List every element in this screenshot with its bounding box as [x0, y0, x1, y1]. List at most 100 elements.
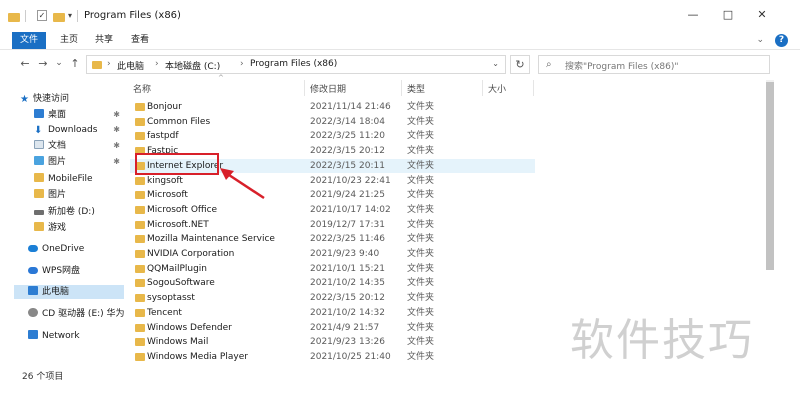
- file-row[interactable]: Microsoft 2021/9/24 21:25 文件夹: [130, 188, 535, 202]
- customize-toolbar-caret-icon[interactable]: ▾: [68, 11, 72, 23]
- file-name: Common Files: [147, 116, 211, 127]
- file-type: 文件夹: [407, 190, 435, 201]
- column-header-name[interactable]: 名称: [133, 82, 151, 95]
- nav-wps-cloud[interactable]: WPS网盘: [28, 264, 138, 278]
- file-type: 文件夹: [407, 337, 435, 348]
- breadcrumb-current-folder[interactable]: Program Files (x86): [250, 59, 337, 69]
- folder-icon: [135, 323, 145, 332]
- file-row[interactable]: Microsoft.NET 2019/12/7 17:31 文件夹: [130, 218, 535, 232]
- folder-icon: [135, 352, 145, 361]
- file-row[interactable]: fastpdf 2022/3/25 11:20 文件夹: [130, 129, 535, 143]
- folder-icon: [135, 264, 145, 273]
- folder-icon: [92, 61, 102, 69]
- tab-home[interactable]: 主页: [52, 33, 86, 48]
- file-date: 2021/10/1 15:21: [310, 263, 385, 274]
- file-date: 2022/3/14 18:04: [310, 116, 385, 127]
- folder-icon: [135, 250, 145, 258]
- file-type: 文件夹: [407, 175, 435, 186]
- desktop-icon: [34, 109, 44, 118]
- file-row[interactable]: QQMailPlugin 2021/10/1 15:21 文件夹: [130, 262, 535, 276]
- pin-icon: ✱: [113, 110, 120, 119]
- folder-icon: [34, 222, 44, 231]
- breadcrumb-this-pc[interactable]: 此电脑: [117, 59, 144, 72]
- nav-cd-drive[interactable]: CD 驱动器 (E:) 华为手: [28, 307, 124, 321]
- file-row[interactable]: kingsoft 2021/10/23 22:41 文件夹: [130, 174, 535, 188]
- nav-quick-access[interactable]: ★ 快速访问: [20, 92, 130, 106]
- address-bar[interactable]: › 此电脑 › 本地磁盘 (C:) › Program Files (x86) …: [86, 55, 506, 74]
- item-count: 26 个项目: [22, 372, 64, 382]
- recent-locations-chevron-icon[interactable]: ⌄: [52, 58, 66, 68]
- folder-icon: [8, 13, 20, 22]
- address-row: ← → ⌄ ↑ › 此电脑 › 本地磁盘 (C:) › Program File…: [0, 50, 800, 78]
- file-date: 2022/3/15 20:12: [310, 146, 385, 157]
- nav-label: 此电脑: [42, 287, 70, 297]
- column-divider[interactable]: [401, 80, 402, 96]
- breadcrumb-separator[interactable]: ›: [107, 59, 111, 69]
- file-row[interactable]: Bonjour 2021/11/14 21:46 文件夹: [130, 100, 535, 114]
- refresh-button[interactable]: ↻: [510, 55, 530, 74]
- nav-downloads[interactable]: ⬇ Downloads ✱: [34, 123, 124, 137]
- address-dropdown-icon[interactable]: ⌄: [492, 59, 499, 68]
- column-divider[interactable]: [533, 80, 534, 96]
- nav-label: Network: [42, 331, 80, 341]
- nav-pictures-folder[interactable]: 图片: [34, 188, 124, 202]
- back-arrow-icon[interactable]: ←: [18, 57, 32, 70]
- folder-icon: [34, 173, 44, 182]
- file-type: 文件夹: [407, 322, 435, 333]
- forward-arrow-icon[interactable]: →: [36, 57, 50, 70]
- nav-label: 快速访问: [32, 94, 69, 104]
- minimize-button[interactable]: —: [683, 8, 703, 22]
- file-row[interactable]: Windows Media Player 2021/10/25 21:40 文件夹: [130, 350, 535, 364]
- column-header-type[interactable]: 类型: [407, 82, 425, 95]
- file-row[interactable]: Mozilla Maintenance Service 2022/3/25 11:…: [130, 232, 535, 246]
- file-row[interactable]: Common Files 2022/3/14 18:04 文件夹: [130, 115, 535, 129]
- scrollbar-thumb[interactable]: [766, 82, 774, 270]
- tab-share[interactable]: 共享: [87, 33, 121, 48]
- nav-label: OneDrive: [42, 244, 85, 254]
- help-icon[interactable]: ?: [775, 34, 788, 47]
- file-row[interactable]: Windows Defender 2021/4/9 21:57 文件夹: [130, 321, 535, 335]
- nav-documents[interactable]: 文档 ✱: [34, 139, 124, 153]
- close-button[interactable]: ✕: [752, 8, 772, 22]
- breadcrumb-separator[interactable]: ›: [240, 59, 244, 69]
- nav-label: 桌面: [48, 110, 67, 120]
- new-folder-icon[interactable]: [53, 13, 65, 22]
- title-bar: ✓ ▾ Program Files (x86) — □ ✕: [0, 0, 800, 30]
- breadcrumb-local-disk[interactable]: 本地磁盘 (C:): [165, 59, 220, 72]
- file-name: kingsoft: [147, 175, 183, 186]
- file-row[interactable]: sysoptasst 2022/3/15 20:12 文件夹: [130, 291, 535, 305]
- file-name: Mozilla Maintenance Service: [147, 234, 275, 245]
- column-divider[interactable]: [482, 80, 483, 96]
- cloud-icon: [28, 245, 38, 252]
- properties-check-icon[interactable]: ✓: [37, 10, 47, 21]
- column-divider[interactable]: [304, 80, 305, 96]
- nav-network[interactable]: Network: [28, 329, 138, 343]
- file-row[interactable]: NVIDIA Corporation 2021/9/23 9:40 文件夹: [130, 247, 535, 261]
- file-name: Bonjour: [147, 102, 182, 112]
- up-arrow-icon[interactable]: ↑: [68, 57, 82, 70]
- file-row[interactable]: Tencent 2021/10/2 14:32 文件夹: [130, 306, 535, 320]
- tab-file[interactable]: 文件: [12, 32, 47, 49]
- nav-games[interactable]: 游戏: [34, 221, 124, 235]
- column-header-size[interactable]: 大小: [488, 82, 506, 95]
- pin-icon: ✱: [113, 141, 120, 150]
- nav-pictures[interactable]: 图片 ✱: [34, 155, 124, 169]
- vertical-scrollbar[interactable]: [766, 80, 774, 270]
- maximize-button[interactable]: □: [718, 8, 738, 22]
- file-name: sysoptasst: [147, 293, 195, 304]
- file-date: 2022/3/25 11:20: [310, 131, 385, 142]
- nav-mobilefile[interactable]: MobileFile: [34, 172, 124, 186]
- expand-ribbon-icon[interactable]: ⌄: [756, 35, 764, 45]
- tab-view[interactable]: 查看: [123, 33, 157, 48]
- breadcrumb-separator[interactable]: ›: [155, 59, 159, 69]
- search-input[interactable]: ⌕ 搜索"Program Files (x86)": [538, 55, 770, 74]
- file-row[interactable]: SogouSoftware 2021/10/2 14:35 文件夹: [130, 276, 535, 290]
- nav-onedrive[interactable]: OneDrive: [28, 242, 138, 256]
- file-row[interactable]: Microsoft Office 2021/10/17 14:02 文件夹: [130, 203, 535, 217]
- file-row[interactable]: Windows Mail 2021/9/23 13:26 文件夹: [130, 335, 535, 349]
- nav-drive-d[interactable]: 新加卷 (D:): [34, 205, 124, 219]
- file-type: 文件夹: [407, 146, 435, 157]
- nav-this-pc[interactable]: 此电脑: [14, 285, 124, 299]
- column-header-date[interactable]: 修改日期: [310, 82, 346, 95]
- nav-desktop[interactable]: 桌面 ✱: [34, 108, 124, 122]
